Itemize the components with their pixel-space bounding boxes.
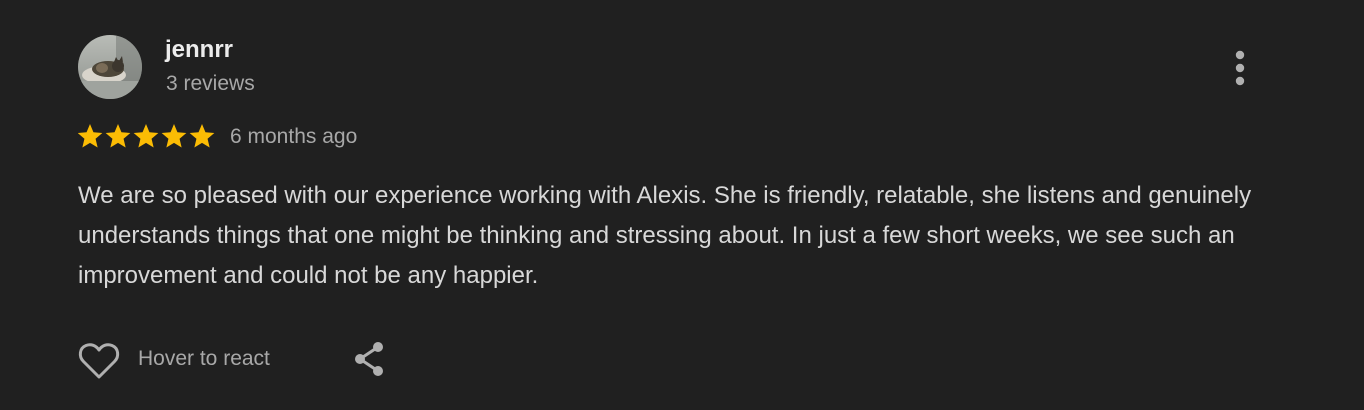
more-vert-icon xyxy=(1235,50,1245,86)
heart-icon xyxy=(78,343,120,379)
react-label: Hover to react xyxy=(138,347,270,370)
review-card: jennrr 3 reviews 6 months ago We are so … xyxy=(0,0,1364,410)
star-icon xyxy=(78,124,103,148)
author-name[interactable]: jennrr xyxy=(165,36,233,64)
author-review-count: 3 reviews xyxy=(166,72,255,95)
author-avatar[interactable] xyxy=(78,35,142,99)
share-icon xyxy=(355,342,383,376)
star-icon xyxy=(105,124,131,148)
react-button[interactable]: Hover to react xyxy=(78,338,308,382)
review-text: We are so pleased with our experience wo… xyxy=(78,182,1252,289)
more-options-button[interactable] xyxy=(1222,46,1258,90)
share-button[interactable] xyxy=(350,338,390,382)
star-icon xyxy=(133,124,159,148)
star-icon xyxy=(161,124,187,148)
star-rating xyxy=(78,124,215,148)
review-date: 6 months ago xyxy=(230,125,358,148)
star-icon xyxy=(189,124,215,148)
